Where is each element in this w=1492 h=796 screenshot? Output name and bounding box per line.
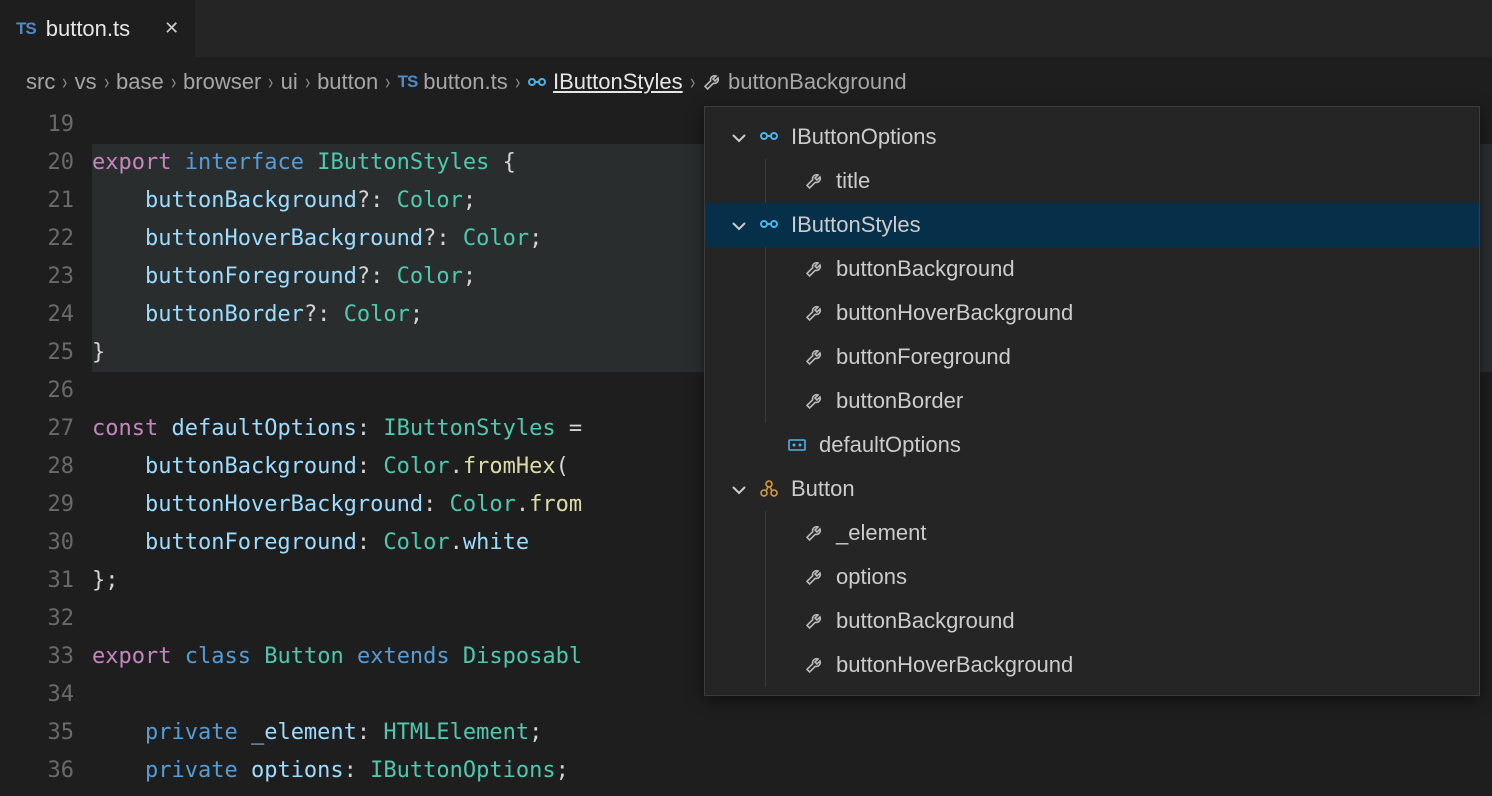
outline-item-label: IButtonOptions <box>791 124 937 150</box>
breadcrumb-item[interactable]: browser <box>183 69 261 95</box>
outline-item-label: defaultOptions <box>819 432 961 458</box>
line-number: 27 <box>0 410 74 448</box>
outline-item[interactable]: title <box>705 159 1479 203</box>
property-icon <box>802 655 826 675</box>
line-number: 23 <box>0 258 74 296</box>
outline-item-label: title <box>836 168 870 194</box>
outline-dropdown[interactable]: IButtonOptions title IButtonStyles buttonBa… <box>704 106 1480 696</box>
outline-item[interactable]: buttonHoverBackground <box>705 291 1479 335</box>
close-icon[interactable]: ✕ <box>164 18 179 39</box>
outline-item[interactable]: buttonHoverBackground <box>705 643 1479 687</box>
tab-bar: TS button.ts ✕ <box>0 0 1492 58</box>
breadcrumb-item[interactable]: button <box>317 69 378 95</box>
breadcrumb-item[interactable]: src <box>26 69 55 95</box>
line-number: 34 <box>0 676 74 714</box>
outline-item-label: buttonHoverBackground <box>836 652 1073 678</box>
tab-button-ts[interactable]: TS button.ts ✕ <box>0 0 195 57</box>
line-number: 33 <box>0 638 74 676</box>
outline-item-label: Button <box>791 476 855 502</box>
property-icon <box>802 523 826 543</box>
interface-icon <box>757 215 781 235</box>
line-number: 19 <box>0 106 74 144</box>
line-number: 36 <box>0 752 74 790</box>
property-icon <box>802 347 826 367</box>
interface-icon <box>757 127 781 147</box>
outline-item[interactable]: options <box>705 555 1479 599</box>
breadcrumb-item[interactable]: base <box>116 69 164 95</box>
typescript-icon: TS <box>16 19 36 39</box>
outline-item-label: _element <box>836 520 927 546</box>
outline-item-label: buttonForeground <box>836 344 1011 370</box>
typescript-icon: TS <box>398 72 418 92</box>
outline-item-label: IButtonStyles <box>791 212 921 238</box>
breadcrumb-file[interactable]: button.ts <box>423 69 507 95</box>
outline-item[interactable]: IButtonOptions <box>705 115 1479 159</box>
breadcrumb-item[interactable]: ui <box>281 69 298 95</box>
breadcrumb: src› vs› base› browser› ui› button› TS b… <box>0 58 1492 106</box>
outline-item[interactable]: buttonBackground <box>705 599 1479 643</box>
line-number: 25 <box>0 334 74 372</box>
outline-item[interactable]: buttonBackground <box>705 247 1479 291</box>
chevron-down-icon[interactable] <box>729 128 747 146</box>
line-number: 29 <box>0 486 74 524</box>
outline-item[interactable]: defaultOptions <box>705 423 1479 467</box>
class-icon <box>757 479 781 499</box>
line-number: 24 <box>0 296 74 334</box>
breadcrumb-item[interactable]: vs <box>75 69 97 95</box>
outline-item-label: buttonHoverBackground <box>836 300 1073 326</box>
outline-item[interactable]: buttonBorder <box>705 379 1479 423</box>
chevron-down-icon[interactable] <box>729 216 747 234</box>
outline-item-label: buttonBackground <box>836 256 1015 282</box>
wrench-icon <box>702 72 722 92</box>
outline-item[interactable]: buttonForeground <box>705 335 1479 379</box>
property-icon <box>802 259 826 279</box>
line-number: 28 <box>0 448 74 486</box>
outline-item-label: buttonBorder <box>836 388 963 414</box>
property-icon <box>802 303 826 323</box>
line-number: 26 <box>0 372 74 410</box>
line-number: 35 <box>0 714 74 752</box>
outline-item-label: buttonBackground <box>836 608 1015 634</box>
line-number: 31 <box>0 562 74 600</box>
line-gutter: 192021222324252627282930313233343536 <box>0 106 92 790</box>
line-number: 21 <box>0 182 74 220</box>
property-icon <box>802 391 826 411</box>
breadcrumb-symbol[interactable]: IButtonStyles <box>553 69 683 95</box>
outline-item[interactable]: _element <box>705 511 1479 555</box>
outline-item-label: options <box>836 564 907 590</box>
constant-icon <box>785 435 809 455</box>
outline-item[interactable]: IButtonStyles <box>705 203 1479 247</box>
line-number: 20 <box>0 144 74 182</box>
breadcrumb-symbol[interactable]: buttonBackground <box>728 69 907 95</box>
property-icon <box>802 567 826 587</box>
chevron-down-icon[interactable] <box>729 480 747 498</box>
property-icon <box>802 611 826 631</box>
tab-label: button.ts <box>46 16 130 42</box>
interface-icon <box>527 73 547 91</box>
outline-item[interactable]: Button <box>705 467 1479 511</box>
line-number: 32 <box>0 600 74 638</box>
line-number: 22 <box>0 220 74 258</box>
line-number: 30 <box>0 524 74 562</box>
property-icon <box>802 171 826 191</box>
